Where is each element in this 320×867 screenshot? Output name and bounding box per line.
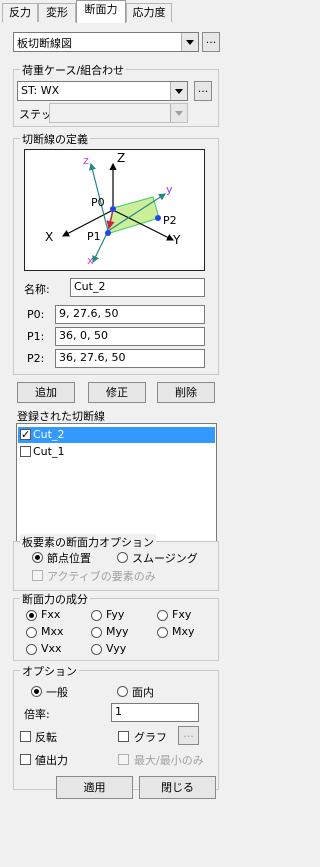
mxy-radio[interactable] [157, 627, 168, 638]
active-only-label: アクティブの要素のみ [47, 570, 156, 583]
tab-section-force-label: 断面力 [84, 3, 118, 16]
load-case-value: ST: WX [21, 84, 60, 97]
reverse-checkbox[interactable] [20, 731, 31, 742]
value-output-label: 値出力 [35, 754, 68, 767]
p0-input[interactable]: 9, 27.6, 50 [55, 305, 205, 324]
vyy-radio[interactable] [91, 644, 102, 655]
diagram-type-value: 板切断線図 [17, 37, 72, 50]
fxx-radio[interactable] [26, 610, 37, 621]
diagram-type-combo[interactable]: 板切断線図 [13, 32, 199, 52]
node-position-label: 節点位置 [47, 552, 91, 565]
y-small-label: y [166, 183, 173, 196]
p0-label: P0 [91, 196, 105, 209]
p2-label: P2 [163, 214, 177, 227]
fxx-label: Fxx [41, 608, 61, 621]
mxy-label: Mxy [172, 625, 195, 638]
myy-label: Myy [106, 625, 129, 638]
z-small-label: z [83, 154, 89, 167]
more-dots-label: ... [183, 727, 194, 740]
name-input[interactable]: Cut_2 [70, 278, 205, 297]
step-combo[interactable] [49, 103, 188, 123]
chevron-down-icon[interactable] [181, 33, 198, 51]
cut1-checkbox[interactable] [20, 446, 31, 457]
more-dots-label: ... [205, 33, 217, 46]
fyy-radio[interactable] [91, 610, 102, 621]
apply-button[interactable]: 適用 [56, 776, 133, 799]
graph-label: グラフ [134, 731, 167, 744]
section-force-panel: 板切断線図 ... 荷重ケース/組合わせ ST: WX ... ステップ 切断線… [0, 22, 248, 867]
fxy-radio[interactable] [157, 610, 168, 621]
x-small-label: x [87, 254, 94, 267]
vyy-label: Vyy [106, 642, 127, 655]
tab-deformation-label: 変形 [46, 6, 68, 19]
inplane-radio[interactable] [117, 686, 128, 697]
cut2-checkbox[interactable] [20, 427, 31, 442]
cut2-label: Cut_2 [33, 428, 65, 441]
cut-plane-diagram: z Z y P0 P2 X P1 Y x [24, 149, 205, 271]
components-title: 断面力の成分 [20, 591, 90, 607]
fyy-label: Fyy [106, 608, 125, 621]
node-position-radio[interactable] [32, 552, 43, 563]
mxx-radio[interactable] [26, 627, 37, 638]
cut-plane-svg: z Z y P0 P2 X P1 Y x [45, 151, 181, 267]
graph-more-button[interactable]: ... [178, 726, 199, 745]
p1-marker [105, 230, 111, 236]
fxy-label: Fxy [172, 608, 192, 621]
active-only-checkbox[interactable] [32, 570, 43, 581]
registered-title: 登録された切断線 [17, 410, 105, 423]
cut-definition-title: 切断線の定義 [20, 131, 90, 147]
tab-section-force[interactable]: 断面力 [76, 0, 126, 23]
maxmin-checkbox[interactable] [118, 754, 129, 765]
smoothing-label: スムージング [132, 552, 198, 565]
smoothing-radio[interactable] [117, 552, 128, 563]
tab-stress[interactable]: 応力度 [126, 3, 172, 22]
name-label: 名称: [24, 283, 50, 296]
p0-marker [110, 206, 116, 212]
more-dots-label: ... [197, 82, 209, 95]
delete-button[interactable]: 削除 [157, 382, 215, 403]
load-case-more-button[interactable]: ... [194, 81, 212, 101]
p1-label: P1 [87, 230, 101, 243]
options-title: オプション [20, 663, 79, 679]
myy-radio[interactable] [91, 627, 102, 638]
p0-field-label: P0: [27, 308, 45, 321]
add-button[interactable]: 追加 [17, 382, 75, 403]
tab-deformation[interactable]: 変形 [38, 3, 76, 22]
x-big-label: X [45, 230, 53, 244]
tab-reaction-label: 反力 [9, 6, 31, 19]
value-output-checkbox[interactable] [20, 754, 31, 765]
p2-input[interactable]: 36, 27.6, 50 [55, 349, 205, 368]
p2-marker [155, 215, 161, 221]
general-label: 一般 [46, 686, 68, 699]
tab-bar: 反力 変形 断面力 応力度 [0, 0, 248, 23]
maxmin-label: 最大/最小のみ [134, 754, 204, 767]
tab-reaction[interactable]: 反力 [2, 3, 38, 22]
z-big-label: Z [117, 151, 125, 165]
chevron-down-icon [170, 104, 187, 122]
close-button[interactable]: 閉じる [139, 776, 216, 799]
section-option-title: 板要素の断面力オプション [20, 534, 156, 550]
y-big-label: Y [172, 233, 181, 247]
p1-input[interactable]: 36, 0, 50 [55, 327, 205, 346]
scale-label: 倍率: [24, 708, 50, 721]
cut1-label: Cut_1 [33, 445, 65, 458]
chevron-down-icon[interactable] [170, 82, 187, 100]
reverse-label: 反転 [35, 731, 57, 744]
load-case-combo[interactable]: ST: WX [17, 81, 188, 101]
scale-input[interactable]: 1 [111, 703, 199, 722]
modify-button[interactable]: 修正 [88, 382, 146, 403]
diagram-type-more-button[interactable]: ... [202, 32, 220, 52]
general-radio[interactable] [31, 686, 42, 697]
vxx-radio[interactable] [26, 644, 37, 655]
registered-list[interactable]: Cut_2 Cut_1 [16, 423, 217, 542]
p1-field-label: P1: [27, 330, 45, 343]
tab-stress-label: 応力度 [132, 6, 166, 19]
inplane-label: 面内 [132, 686, 154, 699]
graph-checkbox[interactable] [118, 731, 129, 742]
load-case-title: 荷重ケース/組合わせ [20, 62, 127, 78]
vxx-label: Vxx [41, 642, 62, 655]
p2-field-label: P2: [27, 352, 45, 365]
mxx-label: Mxx [41, 625, 64, 638]
